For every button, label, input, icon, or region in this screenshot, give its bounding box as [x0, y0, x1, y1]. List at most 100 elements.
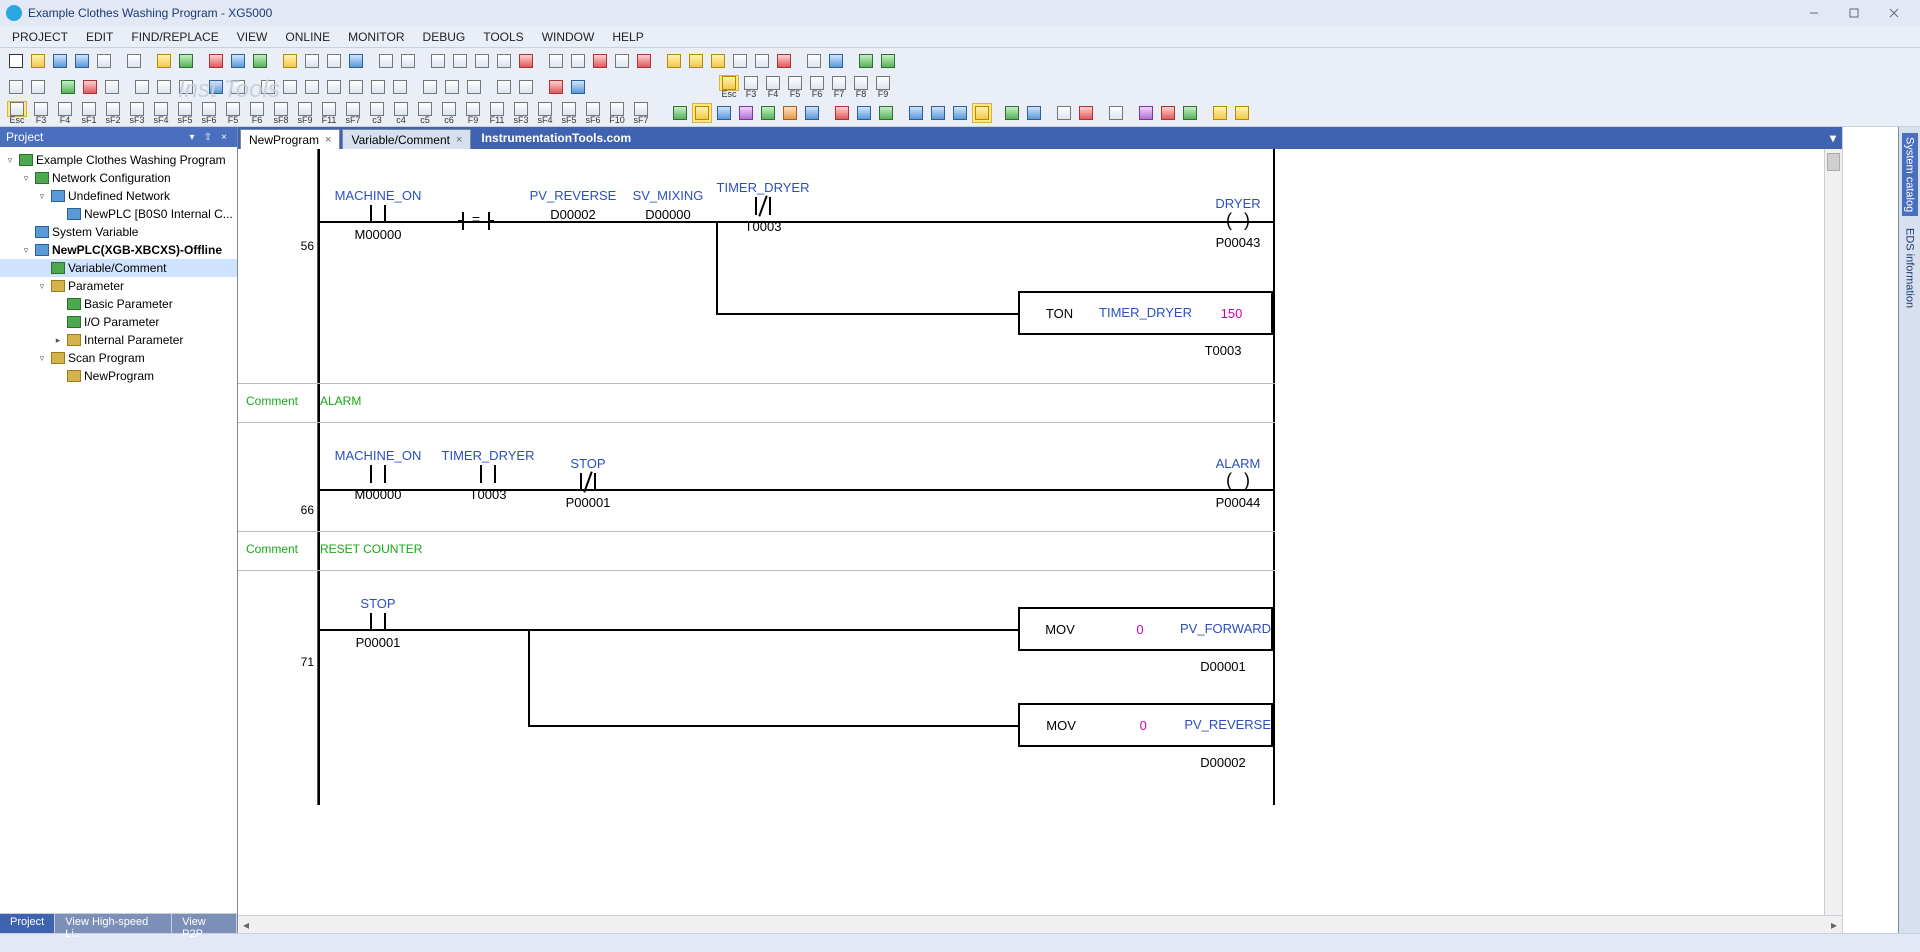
close-button[interactable] [1874, 0, 1914, 26]
menu-view[interactable]: VIEW [237, 30, 268, 44]
scrollbar-thumb[interactable] [1827, 153, 1840, 171]
toolbar-button[interactable] [280, 51, 300, 71]
toolbar-button[interactable] [258, 77, 278, 97]
toolbar-button[interactable] [832, 103, 852, 123]
ladder-element[interactable]: STOPP00001 [333, 597, 423, 650]
horizontal-scrollbar[interactable]: ◂ ▸ [238, 915, 1842, 933]
toolbar-button[interactable] [878, 51, 898, 71]
ladder-element[interactable]: MACHINE_ONM00000 [328, 449, 428, 502]
side-tab-eds[interactable]: EDS information [1902, 224, 1918, 312]
toolbar-button[interactable] [154, 51, 174, 71]
menu-online[interactable]: ONLINE [285, 30, 330, 44]
toolbar-button[interactable] [28, 51, 48, 71]
menu-findreplace[interactable]: FIND/REPLACE [131, 30, 218, 44]
panel-dropdown-icon[interactable]: ▾ [185, 130, 199, 144]
ladder-element[interactable]: TIMER_DRYERT0003 [708, 181, 818, 234]
toolbar-button[interactable] [176, 51, 196, 71]
toolbar-button[interactable] [376, 51, 396, 71]
menu-window[interactable]: WINDOW [542, 30, 595, 44]
toolbar-button[interactable] [302, 77, 322, 97]
tree-item[interactable]: NewPLC [B0S0 Internal C... [0, 205, 237, 223]
toolbar-button[interactable] [590, 51, 610, 71]
side-tab-system-catalog[interactable]: System catalog [1902, 133, 1918, 216]
toolbar-button[interactable] [124, 51, 144, 71]
toolbar-button[interactable] [346, 77, 366, 97]
tab-variable-comment[interactable]: Variable/Comment × [342, 129, 471, 149]
ladder-scroll[interactable]: 56MACHINE_ONM00000=PV_REVERSED00002SV_MI… [238, 149, 1824, 915]
toolbar-button[interactable] [206, 51, 226, 71]
toolbar-button[interactable] [420, 77, 440, 97]
toolbar-button[interactable] [58, 77, 78, 97]
toolbar-button[interactable] [950, 103, 970, 123]
toolbar-button[interactable] [494, 77, 514, 97]
toolbar-button[interactable] [758, 103, 778, 123]
toolbar-button[interactable] [72, 51, 92, 71]
menu-edit[interactable]: EDIT [86, 30, 113, 44]
toolbar-button[interactable] [568, 77, 588, 97]
compare-block[interactable]: = [462, 212, 490, 230]
toolbar-button[interactable] [494, 51, 514, 71]
toolbar-button[interactable] [780, 103, 800, 123]
tree-item[interactable]: I/O Parameter [0, 313, 237, 331]
scroll-left-icon[interactable]: ◂ [238, 918, 254, 932]
toolbar-button[interactable] [714, 103, 734, 123]
menu-tools[interactable]: TOOLS [483, 30, 523, 44]
toolbar-button[interactable] [324, 77, 344, 97]
toolbar-button[interactable] [664, 51, 684, 71]
toolbar-button[interactable] [1054, 103, 1074, 123]
tree-twisty-icon[interactable]: ▸ [52, 335, 64, 346]
toolbar-button[interactable] [928, 103, 948, 123]
maximize-button[interactable] [1834, 0, 1874, 26]
toolbar-button[interactable] [876, 103, 896, 123]
toolbar-button[interactable] [1158, 103, 1178, 123]
toolbar-button[interactable] [1210, 103, 1230, 123]
toolbar-button[interactable] [1002, 103, 1022, 123]
ladder-element[interactable]: SV_MIXINGD00000 [613, 189, 723, 222]
vertical-scrollbar[interactable] [1824, 149, 1842, 915]
menu-help[interactable]: HELP [612, 30, 643, 44]
toolbar-button[interactable] [398, 51, 418, 71]
tree-item[interactable]: ▿Network Configuration [0, 169, 237, 187]
panel-tab[interactable]: Project [0, 914, 55, 933]
toolbar-button[interactable] [302, 51, 322, 71]
toolbar-button[interactable] [228, 77, 248, 97]
toolbar-button[interactable] [206, 77, 226, 97]
tab-close-icon[interactable]: × [456, 134, 462, 146]
toolbar-button[interactable] [228, 51, 248, 71]
toolbar-button[interactable] [176, 77, 196, 97]
toolbar-button[interactable] [442, 77, 462, 97]
comment-row[interactable]: CommentALARM [238, 383, 1275, 423]
toolbar-button[interactable] [516, 77, 536, 97]
toolbar-button[interactable] [80, 77, 100, 97]
scroll-right-icon[interactable]: ▸ [1826, 918, 1842, 932]
ladder-editor[interactable]: 56MACHINE_ONM00000=PV_REVERSED00002SV_MI… [238, 149, 1842, 915]
panel-pin-icon[interactable]: ⇧ [201, 130, 215, 144]
toolbar-button[interactable] [546, 51, 566, 71]
menu-monitor[interactable]: MONITOR [348, 30, 404, 44]
toolbar-button[interactable] [132, 77, 152, 97]
toolbar-button[interactable] [1232, 103, 1252, 123]
toolbar-button[interactable] [1076, 103, 1096, 123]
toolbar-button[interactable] [516, 51, 536, 71]
tree-item[interactable]: System Variable [0, 223, 237, 241]
panel-tab[interactable]: View High-speed Li... [55, 914, 172, 933]
ladder-element[interactable]: PV_REVERSED00002 [518, 189, 628, 222]
function-block[interactable]: TONTIMER_DRYER150 [1018, 291, 1273, 335]
toolbar-button[interactable] [972, 103, 992, 123]
toolbar-button[interactable] [472, 51, 492, 71]
toolbar-button[interactable] [752, 51, 772, 71]
toolbar-button[interactable] [670, 103, 690, 123]
toolbar-button[interactable] [1180, 103, 1200, 123]
minimize-button[interactable] [1794, 0, 1834, 26]
toolbar-button[interactable] [568, 51, 588, 71]
toolbar-button[interactable] [94, 51, 114, 71]
tree-twisty-icon[interactable]: ▿ [20, 245, 32, 256]
tree-item[interactable]: ▿Scan Program [0, 349, 237, 367]
toolbar-button[interactable] [708, 51, 728, 71]
tab-close-icon[interactable]: × [325, 134, 331, 146]
toolbar-button[interactable] [612, 51, 632, 71]
tree-item[interactable]: ▿Example Clothes Washing Program [0, 151, 237, 169]
toolbar-button[interactable] [154, 77, 174, 97]
toolbar-button[interactable] [802, 103, 822, 123]
toolbar-button[interactable] [428, 51, 448, 71]
